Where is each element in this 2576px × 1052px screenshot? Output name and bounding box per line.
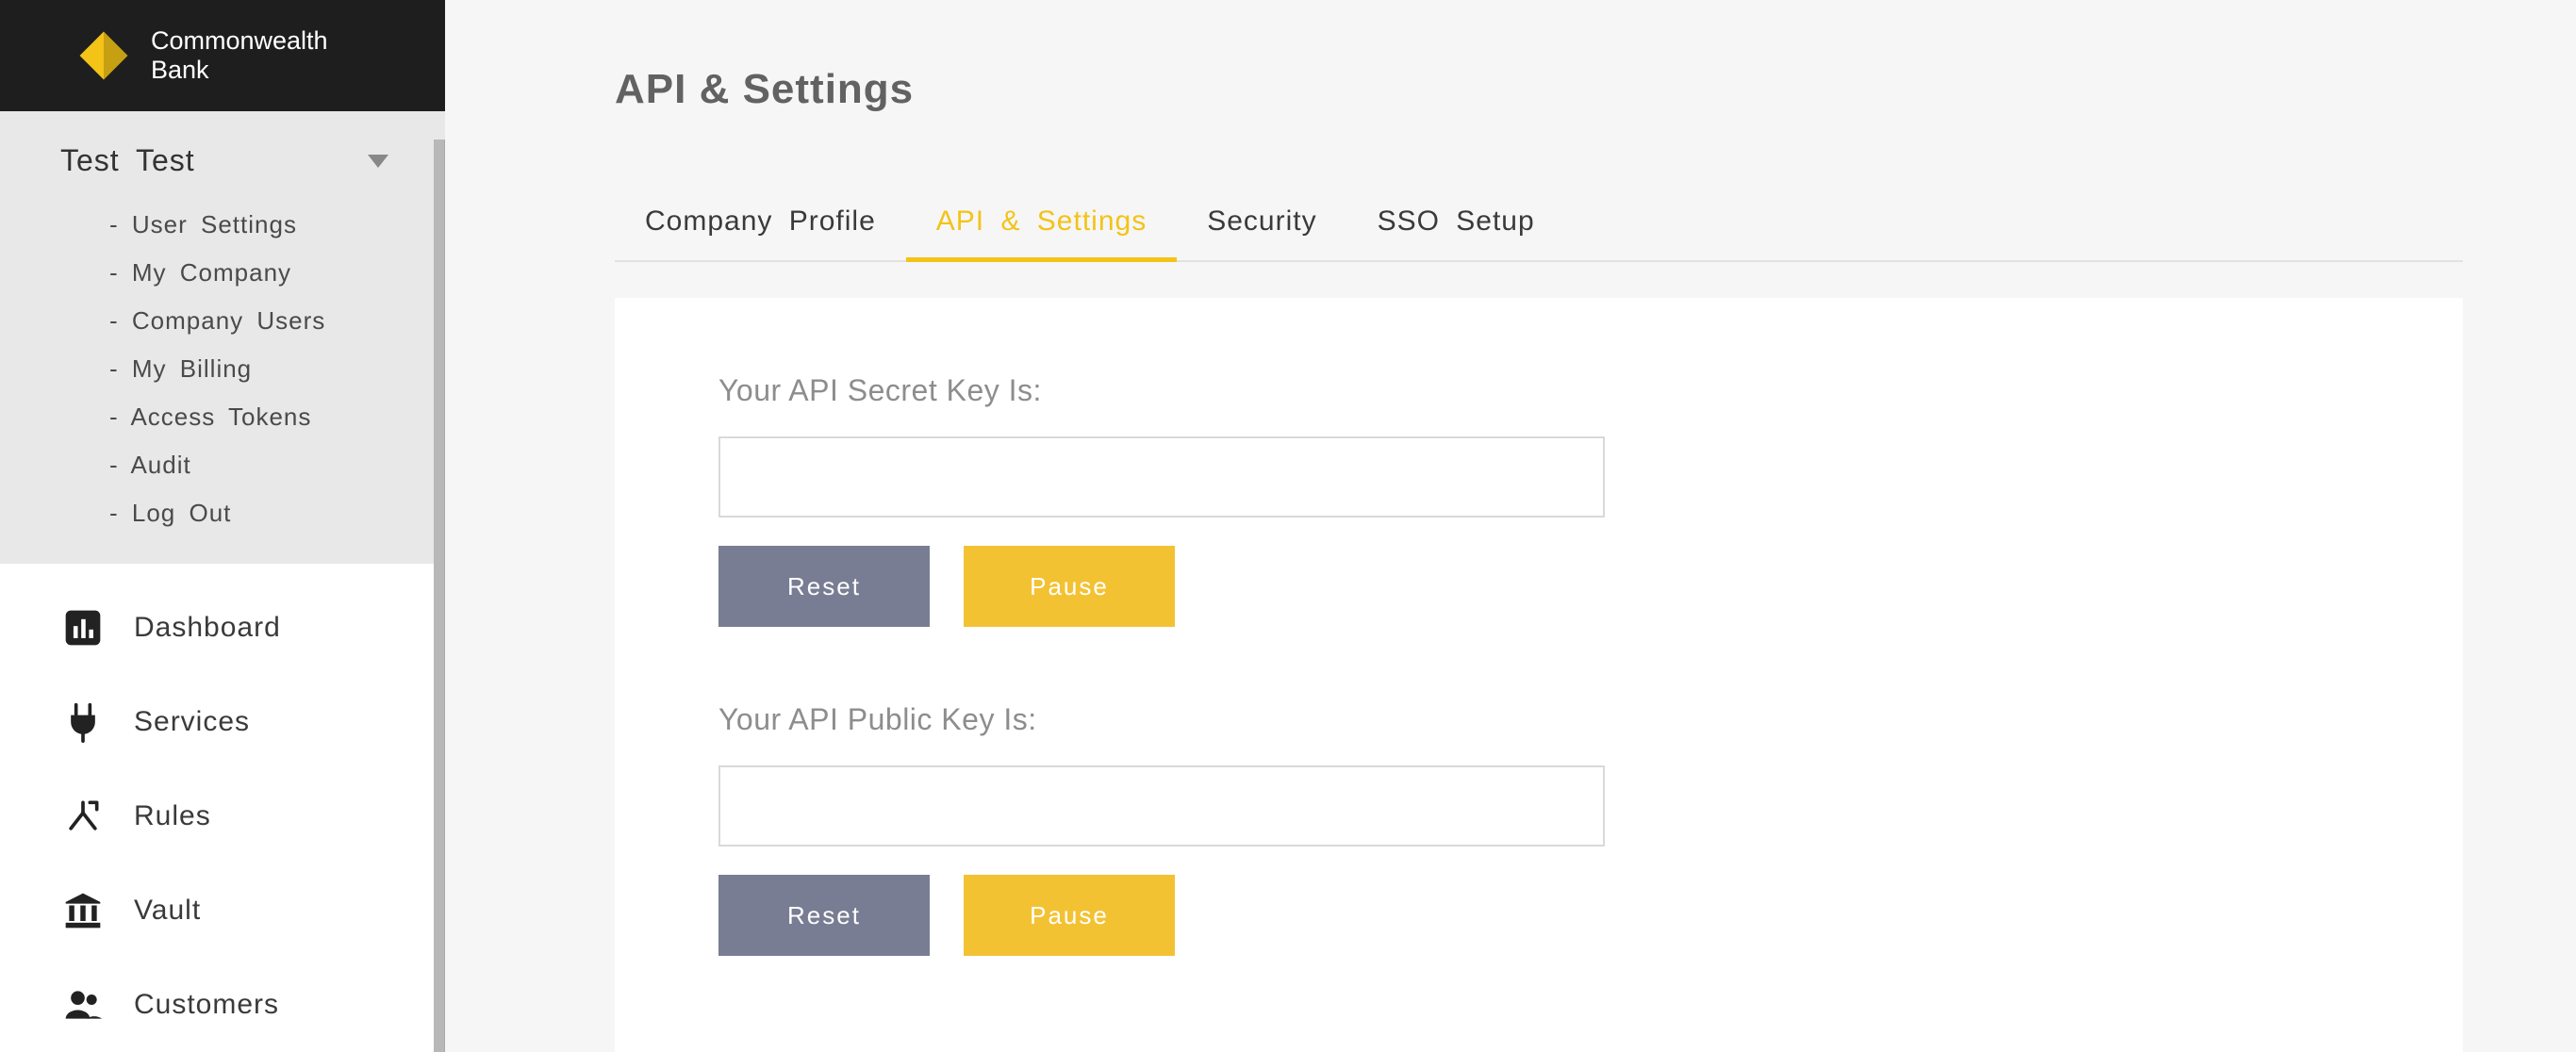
- nav-label: Customers: [134, 989, 279, 1021]
- user-menu: User Settings My Company Company Users M…: [109, 201, 407, 537]
- user-menu-item-log-out[interactable]: Log Out: [109, 489, 407, 537]
- brand-bar: Commonwealth Bank: [0, 0, 445, 111]
- user-menu-item-my-billing[interactable]: My Billing: [109, 345, 407, 393]
- user-menu-item-user-settings[interactable]: User Settings: [109, 201, 407, 249]
- user-menu-item-company-users[interactable]: Company Users: [109, 297, 407, 345]
- nav-item-vault[interactable]: Vault: [0, 863, 445, 958]
- api-settings-panel: Your API Secret Key Is: Reset Pause Your…: [615, 298, 2463, 1052]
- api-secret-block: Your API Secret Key Is: Reset Pause: [718, 373, 2359, 627]
- api-public-block: Your API Public Key Is: Reset Pause: [718, 702, 2359, 956]
- nav-label: Vault: [134, 895, 201, 927]
- customers-icon: [60, 982, 106, 1027]
- user-menu-toggle[interactable]: Test Test: [60, 143, 407, 178]
- tab-company-profile[interactable]: Company Profile: [615, 189, 906, 260]
- nav-label: Dashboard: [134, 612, 281, 644]
- api-secret-label: Your API Secret Key Is:: [718, 373, 2359, 408]
- api-public-pause-button[interactable]: Pause: [964, 875, 1175, 956]
- brand-logo-icon: [75, 27, 132, 84]
- dashboard-icon: [60, 605, 106, 650]
- nav-item-customers[interactable]: Customers: [0, 958, 445, 1052]
- api-secret-buttons: Reset Pause: [718, 546, 2359, 627]
- user-menu-item-access-tokens[interactable]: Access Tokens: [109, 393, 407, 441]
- api-public-reset-button[interactable]: Reset: [718, 875, 930, 956]
- nav-item-dashboard[interactable]: Dashboard: [0, 581, 445, 675]
- user-menu-item-audit[interactable]: Audit: [109, 441, 407, 489]
- nav-item-services[interactable]: Services: [0, 675, 445, 769]
- nav-label: Rules: [134, 800, 211, 832]
- sidebar-scrollbar[interactable]: [434, 140, 445, 1052]
- chevron-down-icon: [368, 155, 388, 168]
- user-block: Test Test User Settings My Company Compa…: [0, 111, 445, 564]
- nav-label: Services: [134, 706, 250, 738]
- vault-icon: [60, 888, 106, 933]
- api-public-input[interactable]: [718, 765, 1605, 847]
- rules-icon: [60, 794, 106, 839]
- tab-sso-setup[interactable]: SSO Setup: [1347, 189, 1565, 260]
- page-title: API & Settings: [615, 66, 2463, 113]
- api-public-label: Your API Public Key Is:: [718, 702, 2359, 737]
- primary-nav: Dashboard Services Rules Vault: [0, 564, 445, 1052]
- api-public-buttons: Reset Pause: [718, 875, 2359, 956]
- sidebar: Commonwealth Bank Test Test User Setting…: [0, 0, 445, 1052]
- api-secret-pause-button[interactable]: Pause: [964, 546, 1175, 627]
- brand-name-line2: Bank: [151, 56, 328, 85]
- tab-api-settings[interactable]: API & Settings: [906, 189, 1177, 260]
- brand-name: Commonwealth Bank: [151, 26, 328, 85]
- brand-name-line1: Commonwealth: [151, 26, 328, 56]
- nav-item-rules[interactable]: Rules: [0, 769, 445, 863]
- api-secret-input[interactable]: [718, 436, 1605, 518]
- settings-tabs: Company Profile API & Settings Security …: [615, 189, 2463, 262]
- api-secret-reset-button[interactable]: Reset: [718, 546, 930, 627]
- main-content: API & Settings Company Profile API & Set…: [445, 0, 2576, 1052]
- plug-icon: [60, 699, 106, 745]
- user-name: Test Test: [60, 143, 195, 178]
- tab-security[interactable]: Security: [1177, 189, 1346, 260]
- user-menu-item-my-company[interactable]: My Company: [109, 249, 407, 297]
